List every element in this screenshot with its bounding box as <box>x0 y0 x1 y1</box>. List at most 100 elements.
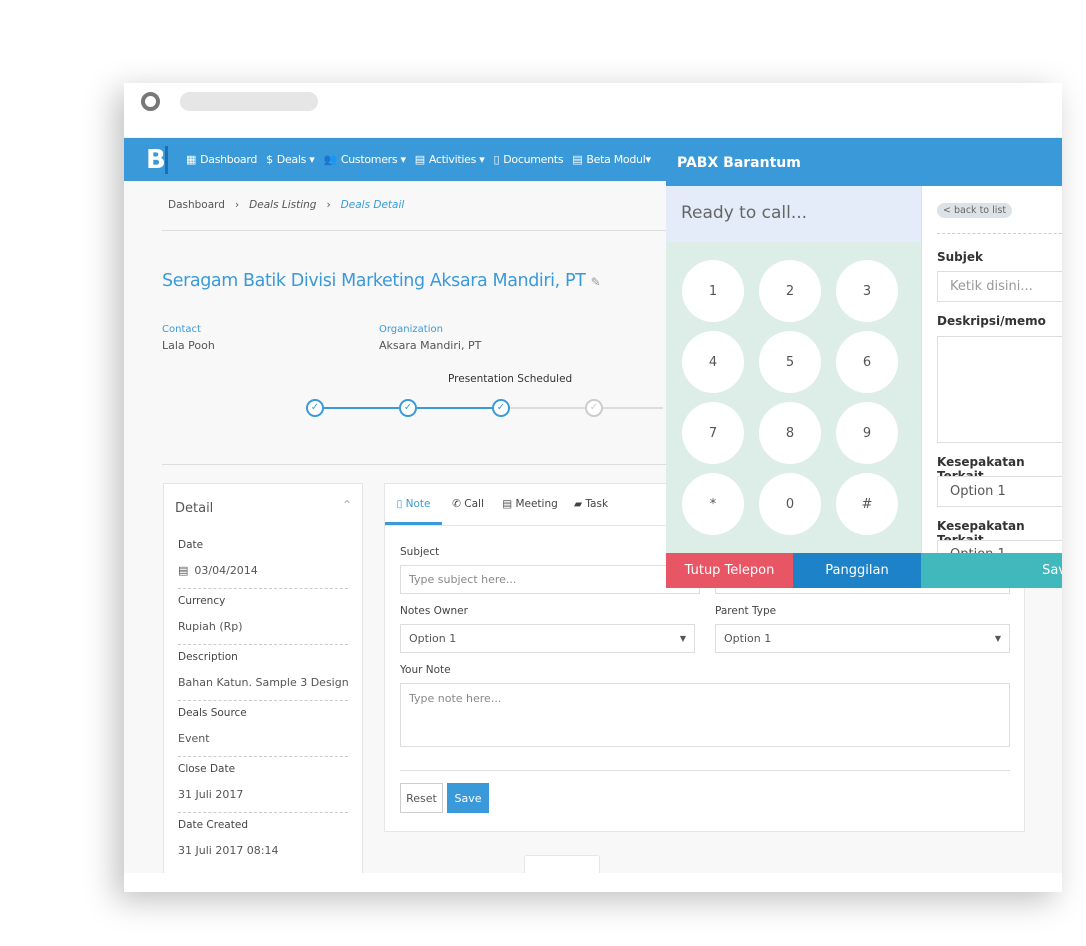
calendar-icon: ▤ <box>414 153 425 166</box>
subject-label: Subject <box>400 546 440 558</box>
subject-input[interactable]: Type subject here... <box>400 565 700 594</box>
step-check-icon[interactable]: ✓ <box>492 399 510 417</box>
logo[interactable]: B <box>146 145 168 174</box>
contact-label: Contact <box>162 324 201 335</box>
stage-label: Presentation Scheduled <box>448 373 573 385</box>
breadcrumb: Dashboard › Deals Listing › Deals Detail <box>168 199 405 211</box>
dial-key[interactable]: 5 <box>759 331 821 393</box>
nav-activities[interactable]: ▤ Activities ▾ <box>415 153 485 166</box>
dial-key[interactable]: 9 <box>836 402 898 464</box>
call-form: < back to list Subjek Ketik disini... De… <box>921 186 1062 571</box>
dial-key[interactable]: 8 <box>759 402 821 464</box>
nav-dashboard[interactable]: ▦ Dashboard <box>186 153 257 166</box>
stage-progress: ✓ ✓ ✓ ✓ <box>306 399 663 417</box>
detail-field-value: Event <box>178 732 210 745</box>
tab-call[interactable]: ✆ Call <box>442 484 494 525</box>
subjek-label: Subjek <box>937 250 984 264</box>
dial-key[interactable]: # <box>836 473 898 535</box>
detail-field-label: Deals Source <box>178 707 247 719</box>
pabx-title: PABX Barantum <box>666 140 1062 186</box>
step-check-icon[interactable]: ✓ <box>306 399 324 417</box>
pabx-save-button[interactable]: Save <box>921 553 1062 588</box>
divider <box>178 756 348 757</box>
dollar-icon: $ <box>266 153 273 166</box>
detail-field-label: Date Created <box>178 819 248 831</box>
dial-key[interactable]: 3 <box>836 260 898 322</box>
breadcrumb-deals-detail: Deals Detail <box>340 199 405 211</box>
call-status: Ready to call... <box>666 186 921 242</box>
breadcrumb-deals-listing[interactable]: Deals Listing <box>249 199 316 211</box>
dial-key[interactable]: 2 <box>759 260 821 322</box>
step-check-icon[interactable]: ✓ <box>585 399 603 417</box>
dial-key[interactable]: 1 <box>682 260 744 322</box>
save-button[interactable]: Save <box>447 783 489 813</box>
note-textarea[interactable]: Type note here... <box>400 683 1010 747</box>
divider <box>400 770 1010 771</box>
detail-field-label: Date <box>178 539 204 551</box>
detail-field-value: ▤ 03/04/2014 <box>178 564 258 577</box>
tab-task[interactable]: ▰ Task <box>566 484 616 525</box>
your-note-label: Your Note <box>400 664 451 676</box>
divider <box>178 588 348 589</box>
browser-window: B ▦ Dashboard $ Deals ▾ 👥 Customers ▾ ▤ Acti… <box>124 83 1062 892</box>
divider <box>178 644 348 645</box>
parent-type-select[interactable]: Option 1 ▼ <box>715 624 1010 653</box>
detail-field-label: Close Date <box>178 763 236 775</box>
page-title: Seragam Batik Divisi Marketing Aksara Ma… <box>162 271 601 291</box>
caret-down-icon: ▼ <box>679 634 686 643</box>
reset-button[interactable]: Reset <box>400 783 443 813</box>
detail-field-label: Currency <box>178 595 226 607</box>
detail-field-value: 31 Juli 2017 <box>178 788 244 801</box>
notes-owner-label: Notes Owner <box>400 605 468 617</box>
contact-value[interactable]: Lala Pooh <box>162 339 215 352</box>
tab-note[interactable]: ▯ Note <box>385 484 442 525</box>
memo-textarea[interactable] <box>937 336 1062 443</box>
detail-field-value: Rupiah (Rp) <box>178 620 243 633</box>
divider <box>162 230 666 231</box>
nav-customers[interactable]: 👥 Customers ▾ <box>323 153 406 166</box>
divider <box>178 812 348 813</box>
calendar-icon: ▤ <box>178 564 189 577</box>
chevron-up-icon[interactable]: ⌃ <box>342 498 352 512</box>
briefcase-icon: ▰ <box>573 498 583 510</box>
browser-circle-icon[interactable] <box>141 92 160 111</box>
dial-key[interactable]: 7 <box>682 402 744 464</box>
tab-meeting[interactable]: ▤ Meeting <box>494 484 566 525</box>
nav-beta-modul[interactable]: ▤ Beta Modul▾ <box>572 153 651 166</box>
call-button[interactable]: Panggilan <box>793 553 921 588</box>
detail-field-value: Bahan Katun. Sample 3 Design <box>178 676 349 689</box>
dial-key[interactable]: * <box>682 473 744 535</box>
dial-keypad: 1 2 3 4 5 6 7 8 9 * 0 # <box>666 242 921 553</box>
nav-deals[interactable]: $ Deals ▾ <box>266 153 315 166</box>
calendar-icon: ▤ <box>572 153 583 166</box>
browser-chrome <box>124 83 1062 138</box>
edit-icon[interactable]: ✎ <box>591 275 601 289</box>
dial-key[interactable]: 6 <box>836 331 898 393</box>
calendar-icon: ▤ <box>502 498 513 510</box>
organization-value[interactable]: Aksara Mandiri, PT <box>379 339 481 352</box>
phone-icon: ✆ <box>452 498 461 510</box>
address-bar[interactable] <box>180 92 318 111</box>
dial-key[interactable]: 4 <box>682 331 744 393</box>
organization-label: Organization <box>379 324 443 335</box>
pabx-panel: PABX Barantum Ready to call... 123 456 789… <box>666 140 1062 588</box>
document-icon: ▯ <box>493 153 500 166</box>
detail-field-label: Description <box>178 651 238 663</box>
users-icon: 👥 <box>323 153 337 166</box>
step-check-icon[interactable]: ✓ <box>399 399 417 417</box>
file-icon: ▯ <box>396 498 403 510</box>
nav-documents[interactable]: ▯ Documents <box>493 153 563 166</box>
breadcrumb-dashboard[interactable]: Dashboard <box>168 199 225 211</box>
detail-title: Detail <box>175 501 214 516</box>
detail-field-value: 31 Juli 2017 08:14 <box>178 844 279 857</box>
divider <box>178 700 348 701</box>
deal-select[interactable]: Option 1 <box>937 476 1062 507</box>
grid-icon: ▦ <box>186 153 197 166</box>
dial-key[interactable]: 0 <box>759 473 821 535</box>
caret-down-icon: ▼ <box>994 634 1001 643</box>
hangup-button[interactable]: Tutup Telepon <box>666 553 793 588</box>
divider <box>162 464 666 465</box>
subjek-input[interactable]: Ketik disini... <box>937 271 1062 302</box>
back-to-list-button[interactable]: < back to list <box>937 203 1013 218</box>
notes-owner-select[interactable]: Option 1 ▼ <box>400 624 695 653</box>
